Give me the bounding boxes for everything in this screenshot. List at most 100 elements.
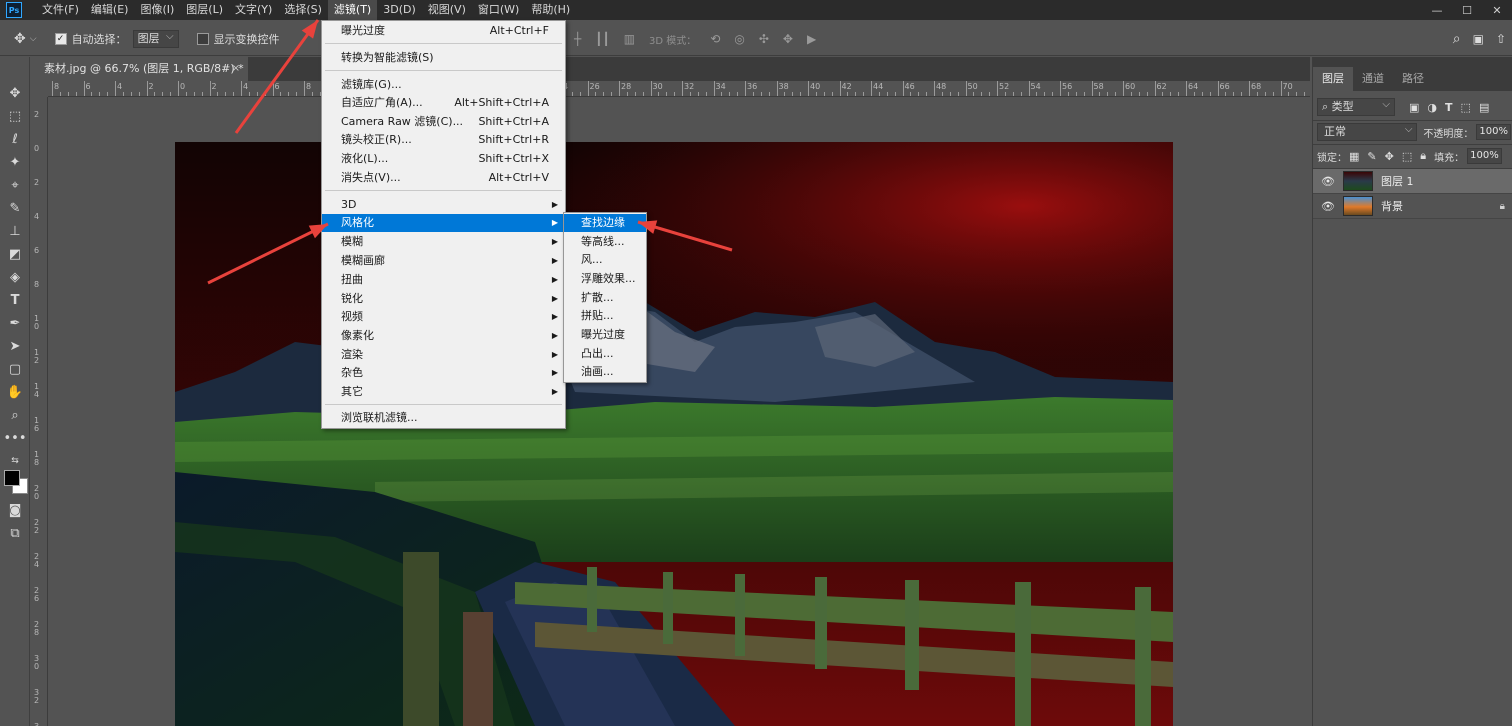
gradient-icon[interactable]: ◈ xyxy=(5,267,25,287)
submenu-item-tiles[interactable]: 拼贴... xyxy=(564,307,646,325)
blend-mode-dropdown[interactable]: 正常 xyxy=(1317,122,1418,141)
submenu-item-extrude[interactable]: 凸出... xyxy=(564,345,646,363)
menu-help[interactable]: 帮助(H) xyxy=(525,0,576,20)
menu-3d[interactable]: 3D(D) xyxy=(377,0,422,20)
layer-row-background[interactable]: 👁︎ 背景 🔒︎ xyxy=(1313,194,1512,219)
screen-mode-icon[interactable]: ⧉ xyxy=(5,523,25,543)
menu-item-adaptive-wide-angle[interactable]: 自适应广角(A)... Alt+Shift+Ctrl+A xyxy=(322,94,565,112)
menu-item-convert-smart-filter[interactable]: 转换为智能滤镜(S) xyxy=(322,49,565,67)
submenu-item-solarize[interactable]: 曝光过度 xyxy=(564,326,646,344)
auto-align-icon[interactable]: ▥ xyxy=(624,32,635,46)
tool-preset-chevron-icon[interactable]: ⌵ xyxy=(30,34,37,44)
tab-paths[interactable]: 路径 xyxy=(1393,67,1433,91)
submenu-item-trace-contour[interactable]: 等高线... xyxy=(564,233,646,251)
3d-roll-icon[interactable]: ◎ xyxy=(734,32,744,46)
visibility-eye-icon[interactable]: 👁︎ xyxy=(1313,200,1343,213)
distribute-icon[interactable]: ┃┃ xyxy=(595,32,609,46)
menu-layer[interactable]: 图层(L) xyxy=(180,0,229,20)
search-icon[interactable]: ⌕ xyxy=(1453,31,1461,47)
menu-item-video[interactable]: 视频 ▶ xyxy=(322,308,565,326)
menu-item-browse-online-filters[interactable]: 浏览联机滤镜... xyxy=(322,409,565,427)
submenu-item-find-edges[interactable]: 查找边缘 xyxy=(564,214,646,232)
menu-item-vanishing-point[interactable]: 消失点(V)... Alt+Ctrl+V xyxy=(322,169,565,187)
lock-transparent-icon[interactable]: ▦ xyxy=(1349,150,1359,163)
layer-row-layer-1[interactable]: 👁︎ 图层 1 xyxy=(1313,169,1512,194)
lock-position-icon[interactable]: ✥ xyxy=(1385,150,1394,163)
smart-object-filter-icon[interactable]: ▤ xyxy=(1479,101,1489,114)
menu-type[interactable]: 文字(Y) xyxy=(229,0,278,20)
menu-item-blur-gallery[interactable]: 模糊画廊 ▶ xyxy=(322,252,565,270)
menu-item-pixelate[interactable]: 像素化 ▶ xyxy=(322,327,565,345)
menu-item-last-filter[interactable]: 曝光过度 Alt+Ctrl+F xyxy=(322,22,565,40)
magic-wand-icon[interactable]: ✦ xyxy=(5,152,25,172)
menu-select[interactable]: 选择(S) xyxy=(278,0,328,20)
pixel-filter-icon[interactable]: ▣ xyxy=(1409,101,1419,114)
menu-item-camera-raw[interactable]: Camera Raw 滤镜(C)... Shift+Ctrl+A xyxy=(322,113,565,131)
move-icon[interactable]: ✥ xyxy=(5,83,25,103)
share-icon[interactable]: ⇧ xyxy=(1496,32,1506,46)
move-tool-icon[interactable]: ✥ xyxy=(14,31,26,47)
3d-scale-icon[interactable]: ▶ xyxy=(807,32,816,46)
maximize-button[interactable]: ☐ xyxy=(1452,0,1482,20)
swap-colors-icon[interactable]: ⇆ xyxy=(5,451,25,471)
type-icon[interactable]: T xyxy=(5,290,25,310)
more-tools-icon[interactable]: ••• xyxy=(4,428,27,448)
lock-all-icon[interactable]: 🔒︎ xyxy=(1420,149,1426,163)
visibility-eye-icon[interactable]: 👁︎ xyxy=(1313,175,1343,188)
menu-item-3d[interactable]: 3D ▶ xyxy=(322,196,565,214)
hand-icon[interactable]: ✋ xyxy=(5,382,25,402)
eyedropper-icon[interactable]: ⌖ xyxy=(5,175,25,195)
auto-select-target-dropdown[interactable]: 图层 xyxy=(132,29,179,48)
zoom-icon[interactable]: ⌕ xyxy=(5,405,25,425)
type-filter-icon[interactable]: T xyxy=(1445,101,1453,114)
foreground-color-swatch[interactable] xyxy=(4,470,20,486)
pen-icon[interactable]: ✒ xyxy=(5,313,25,333)
menu-window[interactable]: 窗口(W) xyxy=(472,0,525,20)
document-tab[interactable]: 素材.jpg @ 66.7% (图层 1, RGB/8#) * × xyxy=(30,57,248,81)
lock-image-icon[interactable]: ✎ xyxy=(1367,150,1376,163)
shape-filter-icon[interactable]: ⬚ xyxy=(1461,101,1471,114)
marquee-icon[interactable]: ⬚ xyxy=(5,106,25,126)
menu-file[interactable]: 文件(F) xyxy=(36,0,85,20)
lock-artboard-icon[interactable]: ⬚ xyxy=(1402,150,1412,163)
submenu-item-emboss[interactable]: 浮雕效果... xyxy=(564,270,646,288)
menu-item-blur[interactable]: 模糊 ▶ xyxy=(322,233,565,251)
menu-item-render[interactable]: 渲染 ▶ xyxy=(322,346,565,364)
menu-item-liquify[interactable]: 液化(L)... Shift+Ctrl+X xyxy=(322,150,565,168)
menu-item-sharpen[interactable]: 锐化 ▶ xyxy=(322,290,565,308)
show-transform-checkbox[interactable] xyxy=(196,32,209,45)
quick-mask-icon[interactable]: ◙ xyxy=(5,500,25,520)
stamp-icon[interactable]: ⊥ xyxy=(5,221,25,241)
menu-item-other[interactable]: 其它 ▶ xyxy=(322,383,565,401)
menu-item-lens-correction[interactable]: 镜头校正(R)... Shift+Ctrl+R xyxy=(322,131,565,149)
workspace-icon[interactable]: ▣ xyxy=(1473,32,1484,46)
menu-image[interactable]: 图像(I) xyxy=(134,0,180,20)
auto-select-checkbox[interactable]: ✓ xyxy=(54,32,67,45)
eraser-icon[interactable]: ◩ xyxy=(5,244,25,264)
opacity-input[interactable]: 100% xyxy=(1476,124,1511,140)
adjustment-filter-icon[interactable]: ◑ xyxy=(1427,101,1437,114)
menu-item-distort[interactable]: 扭曲 ▶ xyxy=(322,271,565,289)
submenu-item-diffuse[interactable]: 扩散... xyxy=(564,289,646,307)
menu-item-noise[interactable]: 杂色 ▶ xyxy=(322,364,565,382)
lasso-icon[interactable]: ℓ xyxy=(5,129,25,149)
menu-item-stylize[interactable]: 风格化 ▶ xyxy=(322,214,565,232)
path-select-icon[interactable]: ➤ xyxy=(5,336,25,356)
3d-pan-icon[interactable]: ✣ xyxy=(759,32,769,46)
submenu-item-oil-paint[interactable]: 油画... xyxy=(564,363,646,381)
menu-filter[interactable]: 滤镜(T) xyxy=(327,0,378,20)
close-document-icon[interactable]: × xyxy=(232,57,240,81)
brush-icon[interactable]: ✎ xyxy=(5,198,25,218)
minimize-button[interactable]: — xyxy=(1422,0,1452,20)
panel-collapse-bar[interactable] xyxy=(1313,57,1512,67)
3d-slide-icon[interactable]: ✥ xyxy=(783,32,793,46)
submenu-item-wind[interactable]: 风... xyxy=(564,251,646,269)
tab-channels[interactable]: 通道 xyxy=(1353,67,1393,91)
shape-icon[interactable]: ▢ xyxy=(5,359,25,379)
align-center-icon[interactable]: ┼ xyxy=(574,32,581,46)
canvas-area[interactable] xyxy=(48,98,1310,726)
menu-edit[interactable]: 编辑(E) xyxy=(85,0,135,20)
tab-layers[interactable]: 图层 xyxy=(1313,67,1353,91)
layer-kind-filter-dropdown[interactable]: ⌕ 类型 xyxy=(1317,97,1395,116)
menu-view[interactable]: 视图(V) xyxy=(422,0,472,20)
